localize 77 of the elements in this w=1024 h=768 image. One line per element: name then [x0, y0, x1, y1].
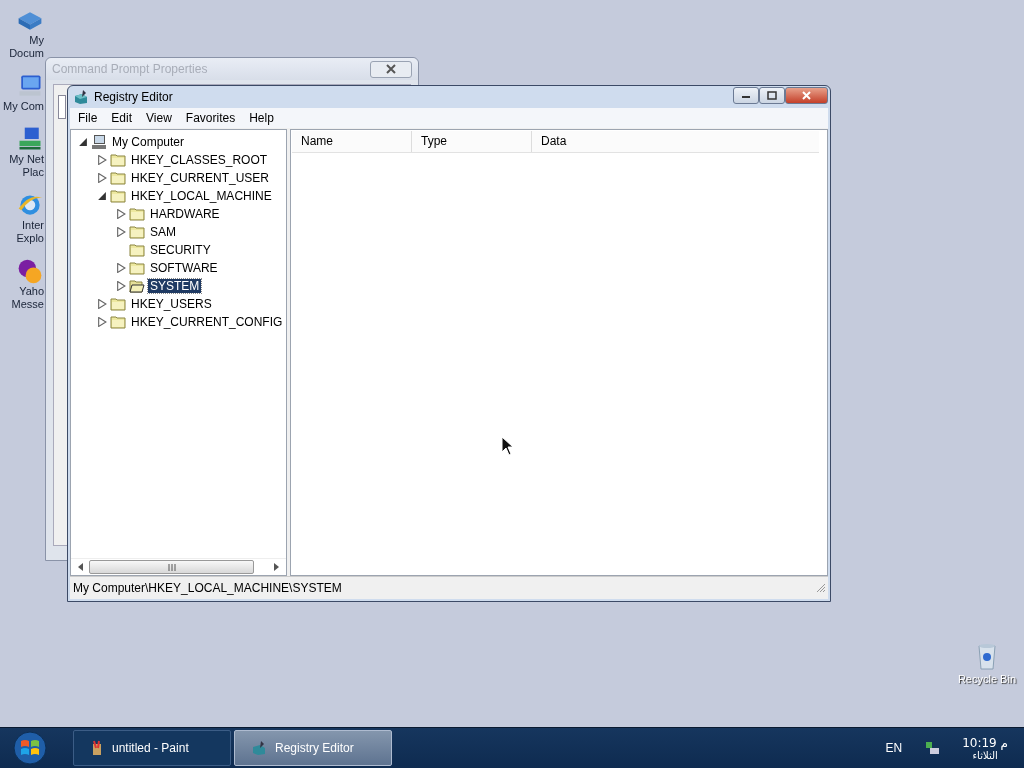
tree-item[interactable]: My Computer: [110, 135, 187, 149]
collapsed-arrow-icon[interactable]: [97, 317, 107, 327]
scrollbar[interactable]: [71, 558, 286, 575]
tree-item[interactable]: HKEY_CURRENT_CONFIG: [129, 315, 285, 329]
column-header[interactable]: Data: [532, 131, 819, 152]
menu-item[interactable]: View: [146, 111, 172, 125]
folder-icon: [110, 296, 126, 312]
open-folder-icon: [129, 278, 145, 294]
registry-icon: [73, 89, 89, 105]
collapsed-arrow-icon[interactable]: [116, 263, 126, 273]
tree-item[interactable]: SECURITY: [148, 243, 213, 257]
desktop-icon-label[interactable]: Inter: [22, 219, 44, 232]
tree-item[interactable]: SYSTEM: [148, 279, 202, 293]
menu-item[interactable]: File: [78, 111, 98, 125]
taskbar-button[interactable]: Registry Editor: [234, 730, 392, 766]
menu-item[interactable]: Edit: [111, 111, 133, 125]
grip-icon: [167, 563, 176, 571]
messenger-icon[interactable]: [16, 257, 44, 285]
collapsed-arrow-icon[interactable]: [97, 155, 107, 165]
tree-item[interactable]: SAM: [148, 225, 178, 239]
tree-item[interactable]: HARDWARE: [148, 207, 222, 221]
close-icon: [801, 90, 812, 100]
folder-icon: [110, 314, 126, 330]
column-header[interactable]: Type: [412, 131, 532, 152]
close-button[interactable]: [785, 86, 828, 104]
tree-item[interactable]: HKEY_LOCAL_MACHINE: [129, 189, 274, 203]
mouse-pointer-icon: [501, 436, 515, 456]
tree-item[interactable]: HKEY_USERS: [129, 297, 214, 311]
close-icon: [385, 64, 397, 74]
folder-icon: [129, 206, 145, 222]
menu-item[interactable]: Favorites: [185, 111, 236, 125]
folder-icon: [129, 224, 145, 240]
taskbar-button[interactable]: untitled - Paint: [73, 730, 231, 766]
folder-icon: [110, 152, 126, 168]
scroll-left-icon[interactable]: [77, 563, 84, 571]
menu-item[interactable]: Help: [249, 111, 274, 125]
folder-icon: [129, 260, 145, 276]
maximize-button[interactable]: [759, 86, 785, 104]
computer-icon: [91, 134, 107, 150]
desktop-icon-label[interactable]: Docum: [9, 47, 44, 60]
clock-day[interactable]: الثلاثاء: [972, 749, 998, 761]
close-button[interactable]: [370, 60, 412, 78]
desktop-icon-label[interactable]: My: [29, 34, 44, 47]
desktop-icon-label[interactable]: My Net: [9, 153, 44, 166]
expanded-arrow-icon[interactable]: [97, 191, 107, 201]
minimize-button[interactable]: [733, 86, 759, 104]
network-icon[interactable]: [924, 740, 941, 756]
tree-item[interactable]: HKEY_CURRENT_USER: [129, 171, 272, 185]
maximize-icon: [767, 90, 777, 100]
status-path: My Computer\HKEY_LOCAL_MACHINE\SYSTEM: [73, 581, 342, 595]
scroll-thumb[interactable]: [89, 560, 254, 574]
tree-item[interactable]: HKEY_CLASSES_ROOT: [129, 153, 270, 167]
window-title: Registry Editor: [94, 90, 173, 104]
clock-time[interactable]: 10:19 م: [962, 735, 1008, 750]
resize-grip-icon[interactable]: [816, 583, 826, 593]
desktop-icon-label[interactable]: Plac: [22, 166, 44, 179]
language-indicator[interactable]: EN: [885, 741, 903, 755]
start-button[interactable]: [12, 730, 48, 766]
registry-icon: [251, 740, 267, 756]
collapsed-arrow-icon[interactable]: [116, 227, 126, 237]
folder-icon: [110, 188, 126, 204]
collapsed-arrow-icon[interactable]: [116, 281, 126, 291]
column-header[interactable]: Name: [292, 131, 412, 152]
expanded-arrow-icon[interactable]: [78, 137, 88, 147]
desktop-icon-label[interactable]: Explo: [16, 232, 44, 245]
paint-brush-icon: [90, 740, 104, 756]
tree-item[interactable]: SOFTWARE: [148, 261, 220, 275]
desktop-icon-label[interactable]: Yaho: [19, 285, 44, 298]
collapsed-arrow-icon[interactable]: [116, 209, 126, 219]
collapsed-arrow-icon[interactable]: [97, 173, 107, 183]
collapsed-arrow-icon[interactable]: [97, 299, 107, 309]
folder-icon: [110, 170, 126, 186]
folder-icon: [129, 242, 145, 258]
window-title: Command Prompt Properties: [52, 62, 208, 76]
desktop-icon-label[interactable]: My Com: [3, 100, 44, 113]
scroll-right-icon[interactable]: [273, 563, 280, 571]
desktop-icon-label[interactable]: Messe: [11, 298, 44, 311]
